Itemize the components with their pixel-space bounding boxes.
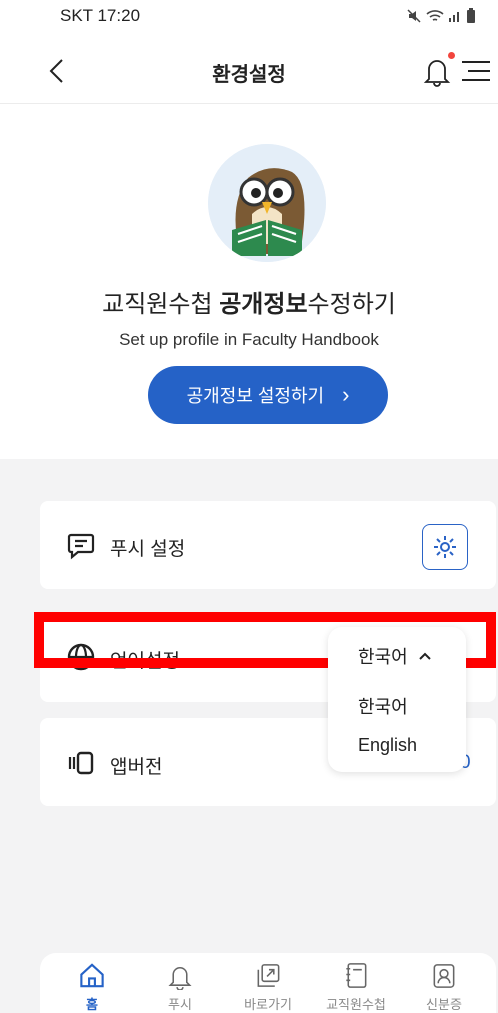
home-icon — [80, 963, 104, 988]
headline-suffix: 수정하기 — [307, 291, 396, 318]
profile-headline: 교직원수첩 공개정보수정하기 — [0, 284, 498, 319]
set-profile-button[interactable]: 공개정보 설정하기 › — [148, 366, 388, 424]
owl-mascot-image — [208, 144, 326, 262]
tab-home[interactable]: 홈 — [48, 953, 136, 1013]
signal-icon — [449, 12, 459, 22]
notification-button[interactable] — [420, 52, 455, 88]
language-dropdown[interactable]: 한국어 한국어 English — [328, 627, 466, 772]
chevron-right-icon: › — [342, 382, 350, 407]
push-settings-gear-button[interactable] — [422, 524, 468, 570]
set-profile-button-label: 공개정보 설정하기 — [186, 386, 325, 406]
tab-home-label: 홈 — [86, 997, 98, 1012]
profile-section: 교직원수첩 공개정보수정하기 Set up profile in Faculty… — [0, 104, 498, 459]
message-icon — [66, 530, 96, 560]
push-settings-card[interactable]: 푸시 설정 — [40, 501, 496, 589]
notification-dot — [448, 52, 455, 59]
tab-push-label: 푸시 — [168, 997, 192, 1012]
carrier-time: SKT 17:20 — [60, 6, 141, 25]
phone-icon — [66, 748, 96, 778]
status-bar: SKT 17:20 — [0, 0, 498, 38]
menu-button[interactable] — [458, 56, 494, 86]
tab-shortcut-label: 바로가기 — [244, 997, 292, 1012]
notebook-icon — [346, 963, 367, 988]
bottom-tab-bar: 홈 푸시 바로가기 교직원수첩 신분증 — [40, 953, 496, 1013]
language-option-english[interactable]: English — [358, 735, 417, 756]
app-version-label: 앱버전 — [110, 757, 163, 778]
tab-id-card[interactable]: 신분증 — [400, 953, 488, 1013]
shortcut-icon — [257, 964, 280, 987]
wifi-icon — [426, 10, 444, 21]
tab-handbook-label: 교직원수첩 — [326, 997, 386, 1012]
language-selected[interactable]: 한국어 — [358, 643, 432, 669]
system-icons — [406, 8, 476, 24]
mute-icon — [407, 9, 421, 23]
push-settings-label: 푸시 설정 — [110, 539, 186, 560]
chevron-up-icon — [418, 652, 431, 660]
language-selected-value: 한국어 — [358, 647, 408, 667]
tab-push[interactable]: 푸시 — [136, 953, 224, 1013]
tab-id-card-label: 신분증 — [426, 997, 462, 1012]
language-option-korean[interactable]: 한국어 — [358, 693, 408, 719]
gear-icon — [434, 536, 456, 558]
headline-bold: 공개정보 — [219, 291, 308, 318]
hamburger-icon — [462, 61, 490, 81]
id-card-icon — [433, 964, 455, 988]
tab-handbook[interactable]: 교직원수첩 — [312, 953, 400, 1013]
headline-prefix: 교직원수첩 — [102, 291, 220, 318]
app-header: 환경설정 — [0, 38, 498, 104]
profile-subtitle: Set up profile in Faculty Handbook — [119, 330, 379, 349]
bell-icon — [168, 967, 192, 990]
tab-shortcut[interactable]: 바로가기 — [224, 953, 312, 1013]
battery-icon — [467, 8, 475, 23]
